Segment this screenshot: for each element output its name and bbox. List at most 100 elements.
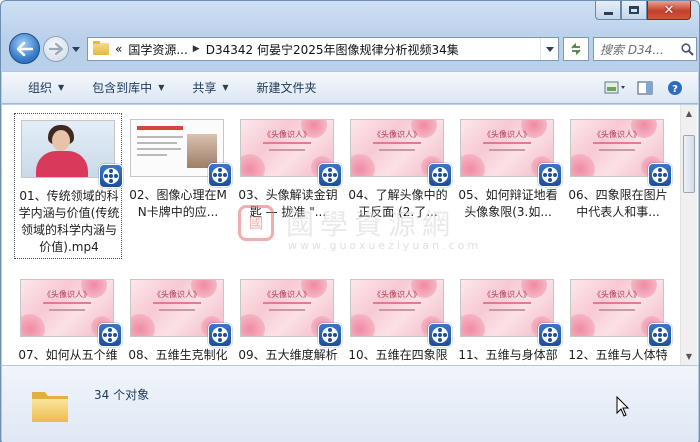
thumbnail-title: 《头像识人》 <box>373 290 421 299</box>
video-file-badge-icon <box>208 323 232 347</box>
organize-label: 组织 <box>28 81 53 95</box>
file-item[interactable]: 《头像识人》 03、头像解读金钥匙 — 拢准 "... <box>234 113 342 259</box>
file-name: 08、五维生克制化的关系(6.五维... <box>128 348 228 362</box>
folder-icon <box>93 41 109 55</box>
scroll-down-icon[interactable]: ▼ <box>681 348 697 365</box>
refresh-button[interactable] <box>563 37 589 61</box>
file-item[interactable]: 《头像识人》 05、如何辩证地看头像象限(3.如... <box>454 113 562 259</box>
video-file-badge-icon <box>648 323 672 347</box>
folder-icon <box>32 392 68 422</box>
file-item[interactable]: 《头像识人》 09、五大维度解析人物性格(7.五... <box>234 273 342 365</box>
help-button[interactable]: ? <box>664 77 686 99</box>
minimize-icon <box>603 11 613 15</box>
svg-text:?: ? <box>672 84 678 95</box>
breadcrumb-segment[interactable]: D34342 何晏宁2025年图像规律分析视频34集 <box>206 41 459 58</box>
back-arrow-icon <box>16 41 33 56</box>
file-item[interactable]: 《头像识人》 08、五维生克制化的关系(6.五维... <box>124 273 232 365</box>
thumbnail-title: 《头像识人》 <box>593 130 641 139</box>
search-box[interactable]: 搜索 D34... <box>593 37 697 61</box>
video-file-badge-icon <box>208 163 232 187</box>
preview-pane-button[interactable] <box>634 77 656 99</box>
breadcrumb-separator-icon[interactable]: ▶ <box>193 44 200 54</box>
chevron-down-icon <box>72 46 80 52</box>
file-name: 06、四象限在图片中代表人和事... <box>568 188 668 219</box>
scroll-up-icon[interactable]: ▲ <box>681 105 697 122</box>
file-item[interactable]: 《头像识人》 07、如何从五个维度看头像(5.如... <box>14 273 122 365</box>
close-icon: ✕ <box>663 2 675 18</box>
thumbnail-title: 《头像识人》 <box>153 290 201 299</box>
change-view-button[interactable] <box>604 77 626 99</box>
new-folder-label: 新建文件夹 <box>256 81 317 95</box>
explorer-window: ✕ « 国学资源... ▶ D34342 何晏宁2025年图像规律分析视频34集… <box>0 0 700 442</box>
video-file-badge-icon <box>538 323 562 347</box>
video-file-badge-icon <box>538 163 562 187</box>
back-button[interactable] <box>9 33 40 64</box>
view-options-icon <box>604 81 625 94</box>
search-icon[interactable] <box>678 42 696 56</box>
organize-menu[interactable]: 组织 ▼ <box>2 71 74 104</box>
file-item[interactable]: 《头像识人》 11、五维与身体部位(9.五维与身... <box>454 273 562 365</box>
thumbnail-title: 《头像识人》 <box>43 290 91 299</box>
thumbnail-title: 《头像识人》 <box>263 130 311 139</box>
item-count: 34 个对象 <box>94 388 150 402</box>
command-bar: 组织 ▼ 包含到库中 ▼ 共享 ▼ 新建文件夹 ? <box>2 71 698 104</box>
file-list-pane[interactable]: 01、传统领域的科学内涵与价值(传统领域的科学内涵与价值).mp4 02、图像心理… <box>2 105 698 365</box>
thumbnail-title: 《头像识人》 <box>593 290 641 299</box>
file-item[interactable]: 02、图像心理在MN卡牌中的应... <box>124 113 232 259</box>
video-file-badge-icon <box>99 164 123 188</box>
preview-pane-icon <box>637 81 653 95</box>
refresh-icon <box>571 42 581 56</box>
file-item[interactable]: 《头像识人》 12、五维与人体特征(10.五维与... <box>564 273 672 365</box>
thumbnail-title: 《头像识人》 <box>373 130 421 139</box>
video-file-badge-icon <box>648 163 672 187</box>
chevron-down-icon <box>545 46 554 52</box>
forward-button[interactable] <box>43 36 69 62</box>
new-folder-button[interactable]: 新建文件夹 <box>239 71 327 104</box>
file-item[interactable]: 《头像识人》 10、五维在四象限中的解析(8.五... <box>344 273 452 365</box>
chevron-down-icon: ▼ <box>58 83 65 92</box>
file-item[interactable]: 01、传统领域的科学内涵与价值(传统领域的科学内涵与价值).mp4 <box>14 113 123 259</box>
video-file-badge-icon <box>98 323 122 347</box>
file-name: 01、传统领域的科学内涵与价值(传统领域的科学内涵与价值).mp4 <box>18 189 120 254</box>
maximize-button[interactable] <box>621 1 647 20</box>
file-name: 11、五维与身体部位(9.五维与身... <box>458 348 558 362</box>
file-name: 09、五大维度解析人物性格(7.五... <box>238 348 338 362</box>
thumbnail-title: 《头像识人》 <box>263 290 311 299</box>
share-menu[interactable]: 共享 ▼ <box>174 71 238 104</box>
forward-arrow-icon <box>49 43 63 55</box>
address-overflow[interactable]: « <box>115 42 122 56</box>
file-name: 03、头像解读金钥匙 — 拢准 "... <box>238 188 338 219</box>
file-name: 10、五维在四象限中的解析(8.五... <box>348 348 448 362</box>
vertical-scrollbar[interactable]: ▲ ▼ <box>680 105 697 365</box>
file-name: 12、五维与人体特征(10.五维与... <box>568 348 668 362</box>
breadcrumb-segment[interactable]: 国学资源... <box>128 41 187 58</box>
file-name: 02、图像心理在MN卡牌中的应... <box>129 188 227 219</box>
thumbnail-title: 《头像识人》 <box>483 290 531 299</box>
details-pane: 34 个对象 <box>2 365 698 442</box>
view-controls: ? <box>604 77 686 99</box>
caption-buttons: ✕ <box>595 1 691 20</box>
video-file-badge-icon <box>318 323 342 347</box>
close-button[interactable]: ✕ <box>647 1 691 20</box>
mouse-cursor-icon <box>616 396 630 417</box>
file-item[interactable]: 《头像识人》 06、四象限在图片中代表人和事... <box>564 113 672 259</box>
minimize-button[interactable] <box>595 1 621 20</box>
maximize-icon <box>629 6 639 14</box>
file-name: 07、如何从五个维度看头像(5.如... <box>18 348 118 362</box>
share-label: 共享 <box>192 81 217 95</box>
address-bar[interactable]: « 国学资源... ▶ D34342 何晏宁2025年图像规律分析视频34集 <box>87 37 559 61</box>
thumbnail-title: 《头像识人》 <box>483 130 531 139</box>
chevron-down-icon: ▼ <box>158 83 165 92</box>
file-name: 04、了解头像中的正反面 (2.了... <box>348 188 448 219</box>
navigation-row: « 国学资源... ▶ D34342 何晏宁2025年图像规律分析视频34集 搜… <box>7 31 697 67</box>
recent-pages-dropdown[interactable] <box>70 41 82 57</box>
video-file-badge-icon <box>428 323 452 347</box>
include-in-library-label: 包含到库中 <box>92 81 153 95</box>
video-file-badge-icon <box>428 163 452 187</box>
search-input[interactable]: 搜索 D34... <box>594 41 678 58</box>
scrollbar-thumb[interactable] <box>683 135 695 193</box>
video-file-badge-icon <box>318 163 342 187</box>
file-item[interactable]: 《头像识人》 04、了解头像中的正反面 (2.了... <box>344 113 452 259</box>
address-dropdown[interactable] <box>540 38 558 60</box>
include-in-library-menu[interactable]: 包含到库中 ▼ <box>74 71 174 104</box>
